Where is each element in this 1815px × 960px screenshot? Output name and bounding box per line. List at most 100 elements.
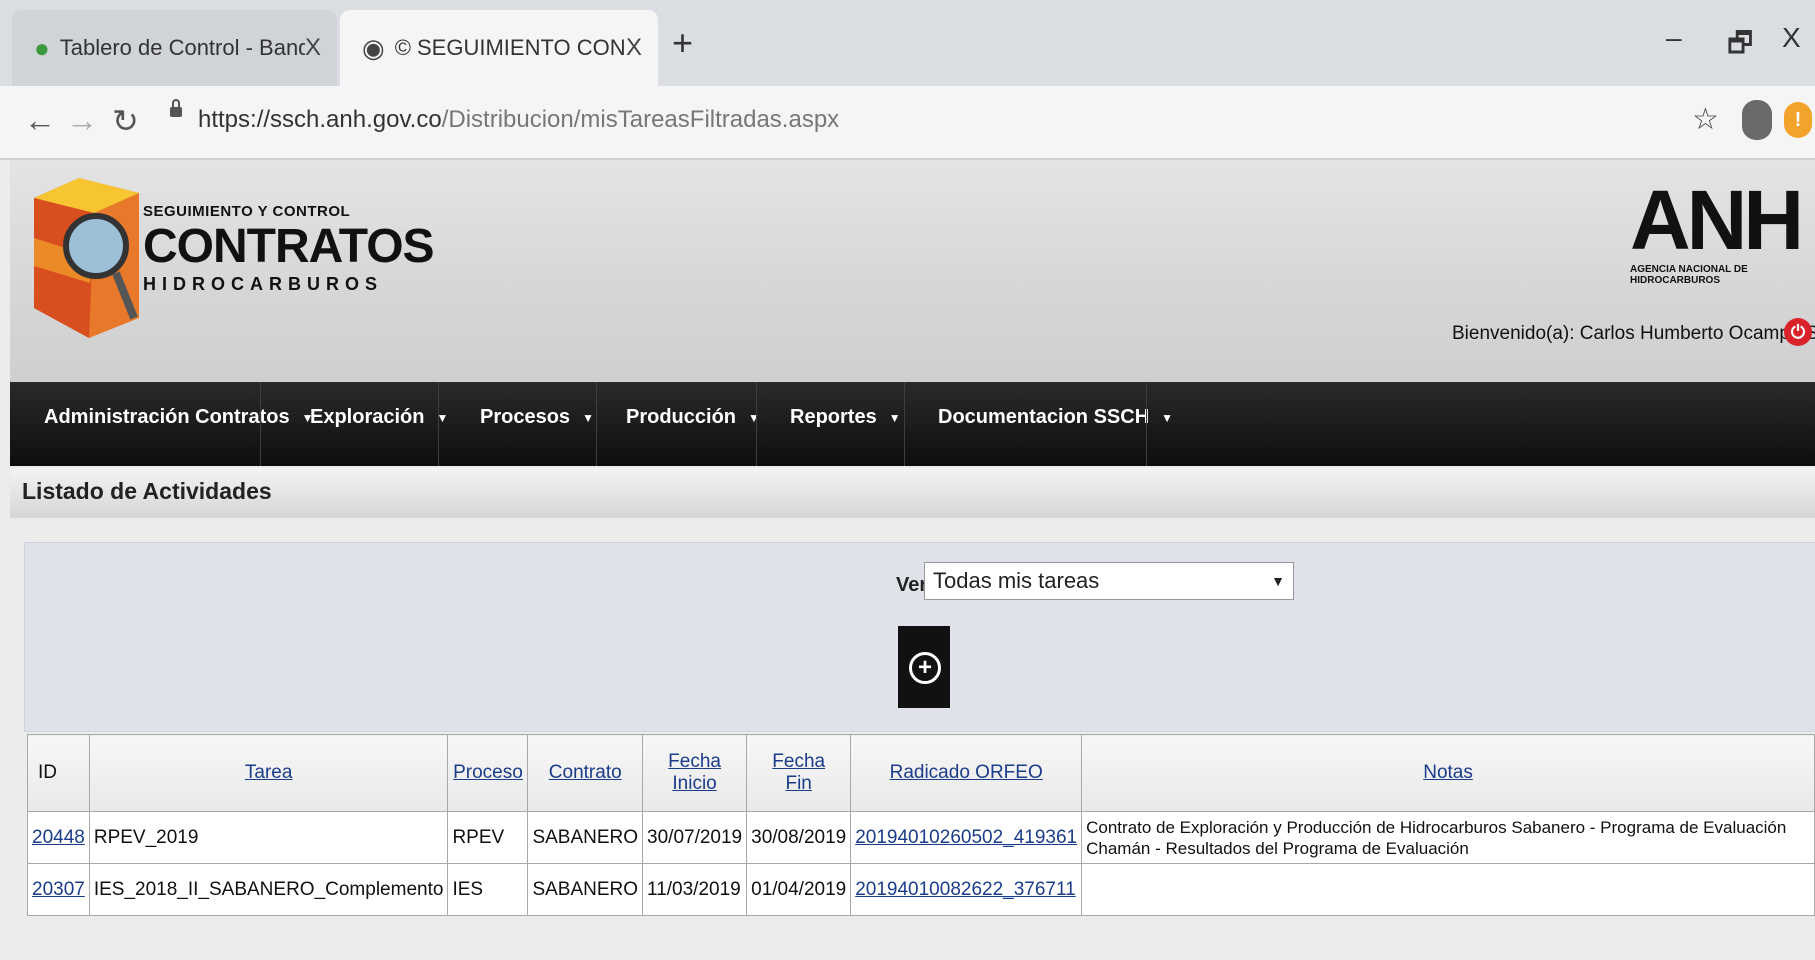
menu-divider bbox=[260, 382, 261, 466]
ver-filter-selected-value: Todas mis tareas bbox=[933, 568, 1100, 593]
column-header-notas[interactable]: Notas bbox=[1081, 734, 1815, 812]
column-header-fecha-inicio[interactable]: Fecha Inicio bbox=[642, 734, 748, 812]
sort-link-tarea[interactable]: Tarea bbox=[245, 762, 293, 783]
menu-label: Procesos bbox=[480, 406, 571, 428]
anh-logo: ANH AGENCIA NACIONAL DE HIDROCARBUROS bbox=[1630, 178, 1804, 286]
cell-tarea: IES_2018_II_SABANERO_Complemento bbox=[88, 863, 449, 916]
menu-label: Reportes bbox=[790, 406, 877, 428]
browser-tab-bar: ● Tablero de Control - Bandeja de X ◉ © … bbox=[0, 0, 1815, 86]
menu-exploracion[interactable]: Exploración ▼ bbox=[310, 406, 448, 429]
tab-close-button[interactable]: X bbox=[626, 34, 642, 62]
logo-sub-text: HIDROCARBUROS bbox=[143, 274, 383, 294]
cell-proceso: IES bbox=[447, 863, 529, 916]
caret-down-icon: ▼ bbox=[888, 410, 901, 425]
url-host: https://ssch.anh.gov.co bbox=[198, 106, 442, 133]
back-arrow-icon[interactable]: ← bbox=[24, 102, 56, 139]
cell-tarea: RPEV_2019 bbox=[88, 811, 449, 864]
welcome-user-text: Bienvenido(a): Carlos Humberto Ocampo Si… bbox=[1452, 323, 1815, 344]
cell-id[interactable]: 20448 bbox=[27, 811, 90, 864]
header-id-label: ID bbox=[38, 762, 57, 783]
cell-id[interactable]: 20307 bbox=[27, 863, 90, 916]
app-header: SEGUIMIENTO Y CONTROL CONTRATOS HIDROCAR… bbox=[10, 160, 1815, 385]
new-tab-button[interactable]: + bbox=[672, 22, 693, 64]
menu-documentacion-ssch[interactable]: Documentacion SSCH ▼ bbox=[938, 406, 1173, 429]
tab-close-button[interactable]: X bbox=[305, 34, 321, 62]
menu-label: Documentacion SSCH bbox=[938, 406, 1150, 428]
task-id-link[interactable]: 20448 bbox=[32, 827, 85, 848]
cell-fecha-inicio: 30/07/2019 bbox=[642, 811, 748, 864]
cell-fecha-fin: 01/04/2019 bbox=[746, 863, 852, 916]
menu-administracion-contratos[interactable]: Administración Contratos ▼ bbox=[44, 406, 313, 429]
menu-divider bbox=[756, 382, 757, 466]
leaf-icon: ● bbox=[34, 32, 50, 63]
window-close-button[interactable]: X bbox=[1782, 22, 1801, 54]
menu-produccion[interactable]: Producción ▼ bbox=[626, 406, 760, 429]
menu-divider bbox=[596, 382, 597, 466]
anh-logo-subtitle: AGENCIA NACIONAL DE HIDROCARBUROS bbox=[1630, 264, 1748, 286]
tab-title: © SEGUIMIENTO CONTRATOS v bbox=[394, 35, 626, 60]
main-menu-bar: Administración Contratos ▼ Exploración ▼ P… bbox=[10, 382, 1815, 466]
forward-arrow-icon[interactable]: → bbox=[66, 102, 98, 139]
address-bar: ← → ↻ https://ssch.anh.gov.co/Distribuci… bbox=[0, 86, 1815, 160]
sort-link-radicado[interactable]: Radicado ORFEO bbox=[890, 762, 1043, 783]
sort-link-fecha-inicio[interactable]: Fecha Inicio bbox=[668, 751, 721, 794]
menu-divider bbox=[1146, 382, 1147, 466]
cell-radicado[interactable]: 20194010082622_376711 bbox=[850, 863, 1083, 916]
cell-notas bbox=[1081, 863, 1815, 916]
extension-icon[interactable]: ! bbox=[1784, 102, 1812, 138]
column-header-radicado[interactable]: Radicado ORFEO bbox=[850, 734, 1083, 812]
page-title: Listado de Actividades bbox=[22, 478, 272, 504]
sort-link-fecha-fin[interactable]: Fecha Fin bbox=[772, 751, 825, 794]
cell-radicado[interactable]: 20194010260502_419361 bbox=[850, 811, 1083, 864]
ver-filter-select[interactable]: Todas mis tareas ▼ bbox=[924, 562, 1294, 600]
column-header-id: ID bbox=[27, 734, 90, 812]
cell-fecha-inicio: 11/03/2019 bbox=[642, 863, 748, 916]
add-task-button[interactable]: + bbox=[898, 626, 950, 708]
lock-icon bbox=[170, 99, 182, 117]
section-title-bar: Listado de Actividades bbox=[10, 468, 1815, 518]
menu-label: Exploración bbox=[310, 406, 425, 428]
logout-power-icon[interactable]: ⏻ bbox=[1784, 318, 1812, 346]
tab-title: Tablero de Control - Bandeja de bbox=[59, 35, 305, 60]
logo-small-text: SEGUIMIENTO Y CONTROL bbox=[143, 203, 351, 220]
table-row: 20307 IES_2018_II_SABANERO_Complemento I… bbox=[27, 863, 1815, 916]
url-field[interactable]: https://ssch.anh.gov.co/Distribucion/mis… bbox=[198, 106, 839, 134]
column-header-contrato[interactable]: Contrato bbox=[527, 734, 644, 812]
plus-circle-icon: + bbox=[909, 652, 941, 684]
caret-down-icon: ▼ bbox=[1161, 410, 1174, 425]
fecha-fin-line1: Fecha bbox=[772, 751, 826, 772]
tab-seguimiento-contratos[interactable]: ◉ © SEGUIMIENTO CONTRATOS v X bbox=[340, 10, 658, 86]
menu-divider bbox=[438, 382, 439, 466]
profile-avatar[interactable] bbox=[1742, 100, 1772, 140]
url-path: /Distribucion/misTareasFiltradas.aspx bbox=[441, 106, 840, 133]
radicado-link[interactable]: 20194010082622_376711 bbox=[855, 879, 1076, 900]
menu-label: Administración Contratos bbox=[44, 406, 290, 428]
sort-link-notas[interactable]: Notas bbox=[1423, 762, 1473, 783]
cell-contrato: SABANERO bbox=[527, 863, 644, 916]
menu-divider bbox=[904, 382, 905, 466]
menu-reportes[interactable]: Reportes ▼ bbox=[790, 406, 901, 429]
fecha-inicio-line2: Inicio bbox=[672, 773, 717, 794]
bookmark-star-icon[interactable]: ☆ bbox=[1692, 102, 1719, 137]
column-header-proceso[interactable]: Proceso bbox=[447, 734, 529, 812]
menu-procesos[interactable]: Procesos ▼ bbox=[480, 406, 594, 429]
tasks-table: ID Tarea Proceso Contrato Fecha Inicio Fe… bbox=[27, 734, 1815, 916]
fecha-inicio-line1: Fecha bbox=[668, 751, 721, 772]
column-header-fecha-fin[interactable]: Fecha Fin bbox=[746, 734, 852, 812]
table-header-row: ID Tarea Proceso Contrato Fecha Inicio Fe… bbox=[27, 734, 1815, 812]
column-header-tarea[interactable]: Tarea bbox=[88, 734, 449, 812]
caret-down-icon: ▼ bbox=[582, 410, 594, 425]
cell-contrato: SABANERO bbox=[527, 811, 644, 864]
sort-link-proceso[interactable]: Proceso bbox=[453, 762, 523, 783]
restore-button[interactable]: 🗗 bbox=[1727, 22, 1753, 70]
task-id-link[interactable]: 20307 bbox=[32, 879, 85, 900]
contratos-logo-icon bbox=[34, 178, 139, 338]
globe-icon: ◉ bbox=[362, 32, 385, 63]
menu-label: Producción bbox=[626, 406, 737, 428]
radicado-link[interactable]: 20194010260502_419361 bbox=[855, 827, 1077, 848]
tab-tablero-control[interactable]: ● Tablero de Control - Bandeja de X bbox=[12, 10, 337, 86]
reload-icon[interactable]: ↻ bbox=[112, 102, 139, 140]
sort-link-contrato[interactable]: Contrato bbox=[549, 762, 622, 783]
minimize-button[interactable]: – bbox=[1666, 22, 1682, 54]
table-row: 20448 RPEV_2019 RPEV SABANERO 30/07/2019… bbox=[27, 811, 1815, 864]
